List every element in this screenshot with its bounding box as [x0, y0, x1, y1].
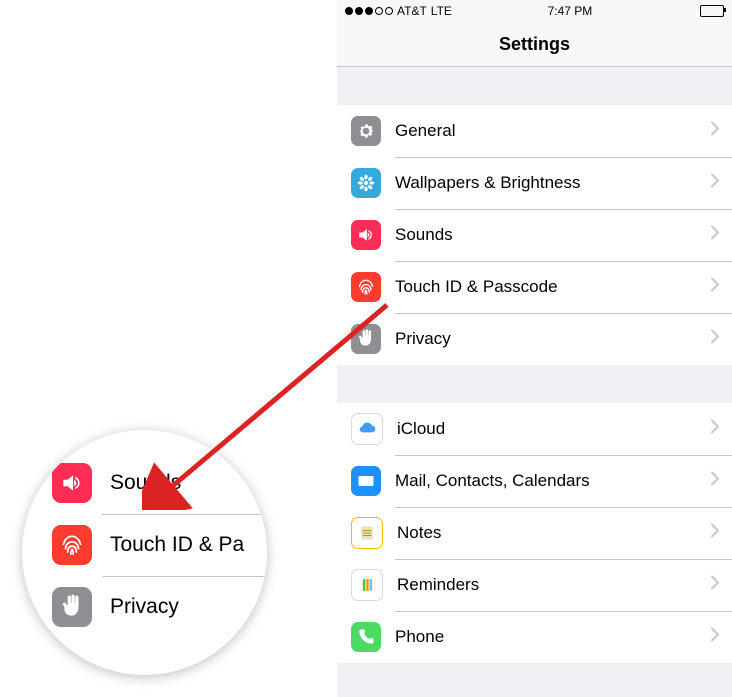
chevron-right-icon	[711, 472, 720, 491]
row-label: Touch ID & Passcode	[395, 277, 558, 297]
settings-row-mail[interactable]: Mail, Contacts, Calendars	[337, 455, 732, 507]
chevron-right-icon	[711, 174, 720, 193]
row-label: iCloud	[397, 419, 445, 439]
chevron-right-icon	[711, 330, 720, 349]
settings-row-cloud[interactable]: iCloud	[337, 403, 732, 455]
row-label: Privacy	[395, 329, 451, 349]
settings-row-speaker[interactable]: Sounds	[22, 452, 267, 514]
chevron-right-icon	[711, 524, 720, 543]
row-label: Reminders	[397, 575, 479, 595]
settings-row-reminders[interactable]: Reminders	[337, 559, 732, 611]
row-label: General	[395, 121, 455, 141]
row-label: Touch ID & Pa	[110, 533, 244, 557]
row-label: Sounds	[395, 225, 453, 245]
chevron-right-icon	[711, 420, 720, 439]
gear-icon	[351, 116, 381, 146]
mail-icon	[351, 466, 381, 496]
settings-row-speaker[interactable]: Sounds	[337, 209, 732, 261]
hand-icon	[351, 324, 381, 354]
row-label: Wallpapers & Brightness	[395, 173, 581, 193]
row-label: Mail, Contacts, Calendars	[395, 471, 590, 491]
battery-icon	[700, 5, 724, 17]
settings-row-flower[interactable]: Wallpapers & Brightness	[337, 157, 732, 209]
row-label: Sounds	[110, 471, 181, 495]
settings-row-fingerprint[interactable]: Touch ID & Pa	[22, 514, 267, 576]
clock: 7:47 PM	[548, 4, 593, 18]
signal-dots-icon	[345, 7, 393, 15]
chevron-right-icon	[711, 278, 720, 297]
chevron-right-icon	[711, 628, 720, 647]
settings-list[interactable]: General Wallpapers & Brightness Sounds Touc…	[337, 67, 732, 697]
settings-screen: AT&T LTE 7:47 PM Settings Ge	[337, 0, 732, 697]
settings-row-phone[interactable]: Phone	[337, 611, 732, 663]
settings-row-notes[interactable]: Notes	[337, 507, 732, 559]
section-spacer	[337, 365, 732, 403]
speaker-icon	[52, 463, 92, 503]
nav-bar: Settings	[337, 22, 732, 67]
status-bar: AT&T LTE 7:47 PM	[337, 0, 732, 22]
notes-icon	[351, 517, 383, 549]
chevron-right-icon	[711, 576, 720, 595]
speaker-icon	[351, 220, 381, 250]
chevron-right-icon	[711, 226, 720, 245]
cloud-icon	[351, 413, 383, 445]
hand-icon	[52, 587, 92, 627]
settings-row-gear[interactable]: General	[337, 105, 732, 157]
carrier-label: AT&T	[397, 4, 427, 18]
network-label: LTE	[431, 4, 452, 18]
chevron-right-icon	[711, 122, 720, 141]
page-title: Settings	[499, 34, 570, 55]
row-label: Privacy	[110, 595, 179, 619]
section-spacer	[337, 67, 732, 105]
phone-icon	[351, 622, 381, 652]
flower-icon	[351, 168, 381, 198]
row-label: Phone	[395, 627, 444, 647]
settings-row-hand[interactable]: Privacy	[22, 576, 267, 638]
settings-row-fingerprint[interactable]: Touch ID & Passcode	[337, 261, 732, 313]
fingerprint-icon	[52, 525, 92, 565]
fingerprint-icon	[351, 272, 381, 302]
callout-magnifier: Sounds Touch ID & Pa Privacy	[22, 430, 267, 675]
row-label: Notes	[397, 523, 441, 543]
settings-row-hand[interactable]: Privacy	[337, 313, 732, 365]
reminders-icon	[351, 569, 383, 601]
